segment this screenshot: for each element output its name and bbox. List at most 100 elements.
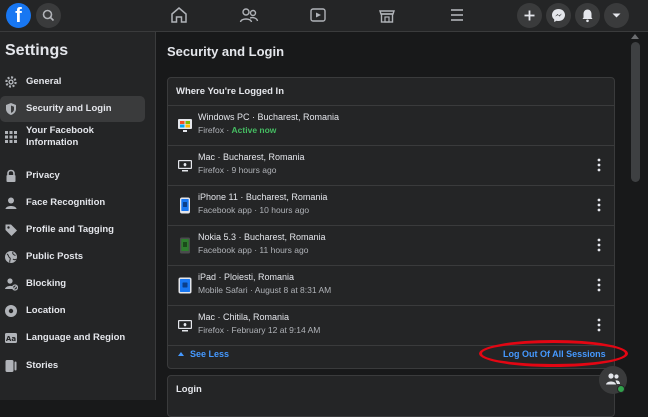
page-title: Security and Login (167, 44, 285, 59)
home-icon (171, 7, 187, 23)
session-device: iPad · Ploiesti, Romania (198, 272, 295, 282)
sidebar-item-label: Public Posts (26, 251, 84, 262)
login-card: Login (167, 375, 615, 417)
scrollbar-thumb[interactable] (631, 42, 640, 182)
globe-icon (4, 250, 18, 264)
watch-nav-button[interactable] (305, 3, 331, 27)
grid-icon (4, 130, 18, 144)
sidebar-item-location[interactable]: Location (0, 301, 145, 321)
see-less-label: See Less (190, 349, 230, 359)
see-less-link[interactable]: See Less (178, 349, 229, 359)
where-logged-in-card: Where You're Logged In Windows PC · Buch… (167, 77, 615, 369)
sidebar-item-general[interactable]: General (0, 72, 145, 92)
search-button[interactable] (36, 3, 61, 28)
section-header: Login (176, 384, 202, 395)
sidebar-item-label: Location (26, 305, 66, 316)
session-detail: Firefox · Active now (198, 125, 276, 135)
red-highlight-annotation (479, 340, 628, 367)
more-options-icon[interactable] (597, 318, 601, 332)
sidebar-item-privacy[interactable]: Privacy (0, 166, 145, 186)
section-header: Where You're Logged In (176, 86, 284, 97)
hamburger-menu-icon (451, 9, 463, 21)
sidebar-item-label: Privacy (26, 170, 60, 181)
sidebar-item-label: Stories (26, 360, 59, 371)
session-row: Mac · Bucharest, Romania Firefox · 9 hou… (168, 146, 614, 186)
stories-icon (4, 359, 18, 373)
bell-icon (582, 9, 593, 23)
sidebar-title: Settings (5, 42, 69, 59)
android-phone-icon (180, 237, 190, 254)
sidebar-item-blocking[interactable]: Blocking (0, 274, 145, 294)
windows-pc-icon (178, 119, 192, 132)
sidebar-item-profile-and-tagging[interactable]: Profile and Tagging (0, 220, 145, 240)
sidebar-item-your-facebook-information[interactable]: Your Facebook Information (0, 124, 145, 150)
marketplace-icon (379, 10, 395, 23)
plus-icon (524, 10, 535, 21)
sidebar-item-label: Face Recognition (26, 197, 106, 208)
ipad-icon (178, 277, 192, 294)
session-app: Firefox · (198, 125, 232, 135)
session-device: Mac · Chitila, Romania (198, 312, 290, 322)
messenger-icon (552, 9, 565, 22)
sidebar-item-label: Language and Region (26, 332, 126, 343)
sidebar-item-label: Profile and Tagging (26, 224, 114, 235)
sidebar-item-security-and-login[interactable]: Security and Login (0, 96, 145, 122)
session-detail: Firefox · 9 hours ago (198, 165, 277, 175)
language-icon: Aa (4, 331, 18, 345)
watch-video-icon (310, 8, 326, 22)
caret-up-icon (178, 352, 184, 356)
face-icon (4, 196, 18, 210)
menu-nav-button[interactable] (444, 3, 470, 27)
online-indicator (617, 385, 625, 393)
account-menu-button[interactable] (604, 3, 629, 28)
more-options-icon[interactable] (597, 158, 601, 172)
session-detail: Facebook app · 11 hours ago (198, 245, 309, 255)
session-device: iPhone 11 · Bucharest, Romania (198, 192, 328, 202)
shield-icon (4, 102, 18, 116)
session-device: Windows PC · Bucharest, Romania (198, 112, 340, 122)
notifications-button[interactable] (575, 3, 600, 28)
session-detail: Firefox · February 12 at 9:14 AM (198, 325, 321, 335)
session-row: iPad · Ploiesti, Romania Mobile Safari ·… (168, 266, 614, 306)
search-icon (42, 9, 55, 22)
sidebar-item-label: Security and Login (26, 103, 112, 114)
people-icon (606, 373, 620, 385)
top-navigation-bar: f (0, 0, 648, 32)
friends-icon (239, 8, 259, 23)
sidebar-item-label: Your Facebook Information (26, 125, 94, 148)
session-row: Nokia 5.3 · Bucharest, Romania Facebook … (168, 226, 614, 266)
mac-icon (178, 160, 192, 172)
sidebar-item-face-recognition[interactable]: Face Recognition (0, 193, 145, 213)
messenger-button[interactable] (546, 3, 571, 28)
sidebar-item-label: Blocking (26, 278, 67, 289)
session-row: Windows PC · Bucharest, Romania Firefox … (168, 106, 614, 146)
scrollbar[interactable] (626, 32, 648, 400)
sidebar-item-label: General (26, 76, 62, 87)
session-detail: Facebook app · 10 hours ago (198, 205, 310, 215)
facebook-logo[interactable]: f (6, 3, 31, 28)
session-device: Nokia 5.3 · Bucharest, Romania (198, 232, 326, 242)
session-row: iPhone 11 · Bucharest, Romania Facebook … (168, 186, 614, 226)
gear-icon (4, 75, 18, 89)
sidebar-item-language-and-region[interactable]: Aa Language and Region (0, 328, 145, 348)
active-now-status: Active now (231, 125, 277, 135)
new-group-chat-button[interactable] (599, 366, 627, 394)
home-nav-button[interactable] (166, 3, 192, 27)
iphone-icon (180, 197, 190, 214)
lock-icon (4, 169, 18, 183)
session-detail: Mobile Safari · August 8 at 8:31 AM (198, 285, 332, 295)
scroll-up-arrow-icon[interactable] (631, 34, 639, 39)
tag-icon (4, 223, 18, 237)
marketplace-nav-button[interactable] (374, 3, 400, 27)
more-options-icon[interactable] (597, 198, 601, 212)
more-options-icon[interactable] (597, 278, 601, 292)
sidebar-item-stories[interactable]: Stories (0, 356, 145, 376)
block-icon (4, 277, 18, 291)
friends-nav-button[interactable] (236, 3, 262, 27)
create-button[interactable] (517, 3, 542, 28)
caret-down-icon (612, 13, 621, 18)
settings-sidebar: Settings General Security and Login Your… (0, 32, 156, 400)
sidebar-item-public-posts[interactable]: Public Posts (0, 247, 145, 267)
more-options-icon[interactable] (597, 238, 601, 252)
location-icon (4, 304, 18, 318)
